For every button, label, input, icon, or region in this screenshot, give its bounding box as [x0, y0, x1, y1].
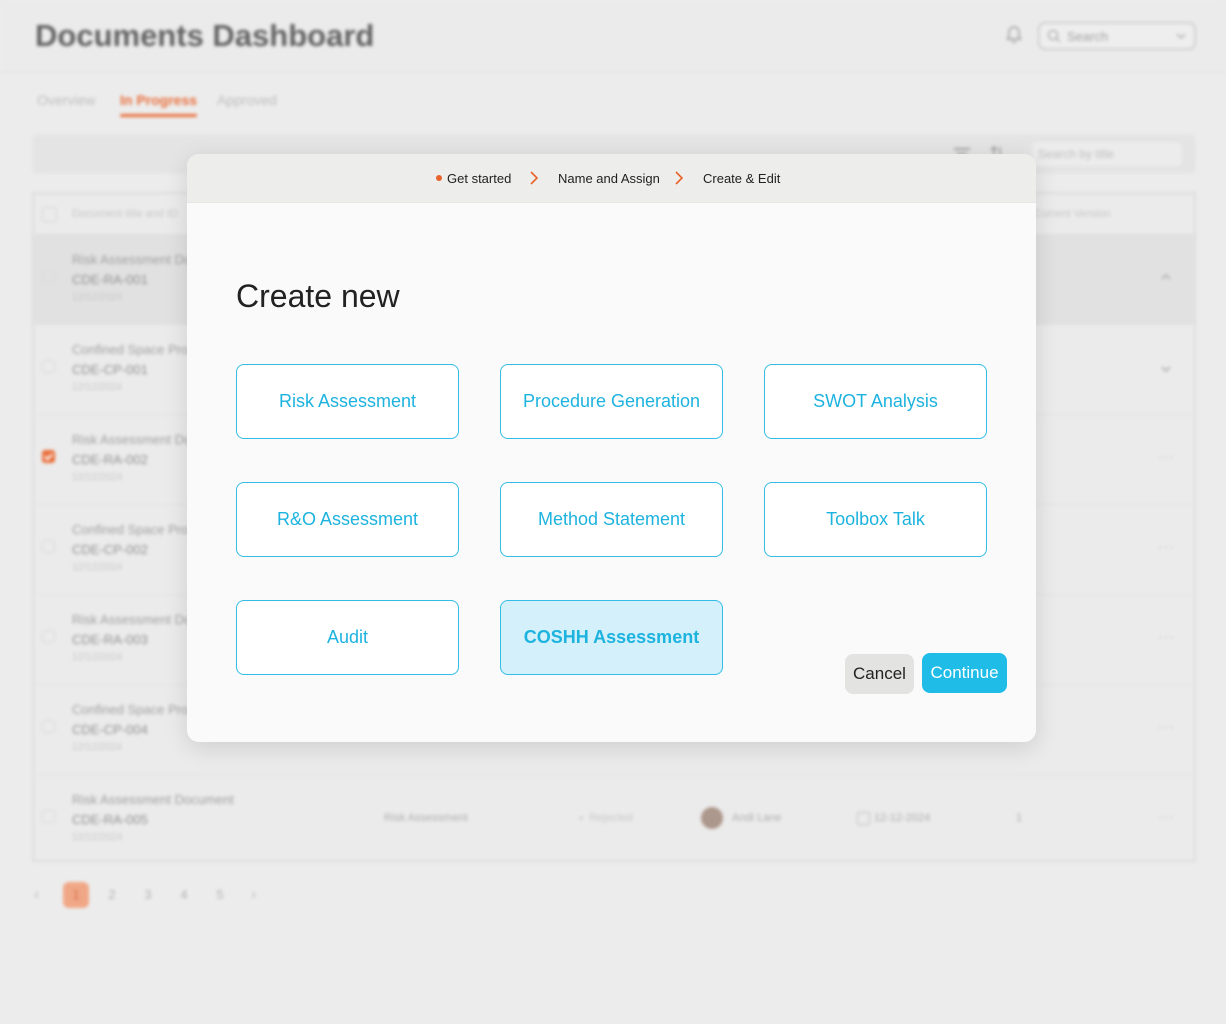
row-owner: Andi Lane	[732, 812, 782, 824]
row-id: CDE-RA-003	[72, 632, 148, 647]
row-checkbox[interactable]	[42, 630, 55, 643]
chevron-down-icon[interactable]	[1161, 364, 1171, 374]
more-icon[interactable]: ···	[1158, 448, 1175, 464]
column-header-title: Document title and ID	[72, 208, 178, 220]
row-date: 12/12/2024	[72, 472, 123, 483]
row-date: 12/12/2024	[72, 742, 123, 753]
option-audit[interactable]: Audit	[236, 600, 459, 675]
row-modified-date: 12-12-2024	[874, 812, 931, 824]
more-icon[interactable]: ···	[1158, 808, 1175, 824]
step-name-and-assign: Name and Assign	[558, 171, 660, 186]
calendar-icon	[857, 812, 870, 825]
option-ro-assessment[interactable]: R&O Assessment	[236, 482, 459, 557]
select-all-checkbox[interactable]	[42, 207, 57, 222]
row-checkbox[interactable]	[42, 360, 55, 373]
row-date: 12/12/2024	[72, 652, 123, 663]
row-id: CDE-CP-004	[72, 722, 148, 737]
row-id: CDE-RA-002	[72, 452, 148, 467]
table-row[interactable]: Risk Assessment Document CDE-RA-005 12/1…	[34, 774, 1194, 864]
search-placeholder: Search	[1067, 29, 1109, 44]
step-get-started: Get started	[447, 171, 512, 186]
page-button-2[interactable]: 2	[99, 882, 125, 908]
row-id: CDE-RA-001	[72, 272, 148, 287]
more-icon[interactable]: ···	[1158, 718, 1175, 734]
wizard-stepper: Get started Name and Assign Create & Edi…	[187, 154, 1036, 203]
row-checkbox[interactable]	[42, 810, 55, 823]
row-id: CDE-CP-002	[72, 542, 148, 557]
option-toolbox-talk[interactable]: Toolbox Talk	[764, 482, 987, 557]
continue-button[interactable]: Continue	[922, 653, 1007, 693]
column-header-version: Current Version	[1034, 208, 1111, 220]
option-risk-assessment[interactable]: Risk Assessment	[236, 364, 459, 439]
row-checkbox[interactable]	[42, 270, 55, 283]
page-button-4[interactable]: 4	[171, 882, 197, 908]
row-version: 1	[1016, 812, 1023, 824]
option-method-statement[interactable]: Method Statement	[500, 482, 723, 557]
chevron-down-icon	[1176, 33, 1186, 40]
dialog-title: Create new	[236, 278, 400, 314]
row-date: 12/12/2024	[72, 562, 123, 573]
cancel-button[interactable]: Cancel	[845, 654, 914, 694]
row-type: Risk Assessment	[384, 812, 468, 824]
tab-overview[interactable]: Overview	[37, 92, 95, 108]
row-id: CDE-CP-001	[72, 362, 148, 377]
step-create-and-edit: Create & Edit	[703, 171, 781, 186]
row-checkbox[interactable]	[42, 540, 55, 553]
option-procedure-generation[interactable]: Procedure Generation	[500, 364, 723, 439]
pagination-next-icon[interactable]: ›	[251, 886, 256, 904]
tab-approved[interactable]: Approved	[217, 92, 277, 108]
create-new-dialog: Get started Name and Assign Create & Edi…	[187, 154, 1036, 742]
row-checkbox[interactable]	[42, 720, 55, 733]
title-search-placeholder: Search by title	[1038, 147, 1115, 161]
chevron-right-icon	[675, 171, 684, 185]
status-badge: Rejected	[579, 812, 632, 824]
option-swot-analysis[interactable]: SWOT Analysis	[764, 364, 987, 439]
title-search-input[interactable]: Search by title	[1032, 142, 1182, 166]
row-date: 12/12/2024	[72, 292, 123, 303]
active-step-indicator	[436, 175, 442, 181]
page-button-3[interactable]: 3	[135, 882, 161, 908]
row-date: 12/12/2024	[72, 832, 123, 843]
row-checkbox[interactable]	[42, 450, 55, 463]
avatar	[701, 807, 723, 829]
chevron-up-icon[interactable]	[1161, 272, 1171, 282]
header-search-input[interactable]: Search	[1038, 22, 1196, 50]
app-header: Documents Dashboard Search	[0, 0, 1226, 73]
more-icon[interactable]: ···	[1158, 628, 1175, 644]
row-date: 12/12/2024	[72, 382, 123, 393]
pagination-prev-icon[interactable]: ‹	[34, 886, 39, 904]
page-button-5[interactable]: 5	[207, 882, 233, 908]
bell-icon[interactable]	[1006, 26, 1022, 44]
page-title: Documents Dashboard	[35, 18, 375, 53]
search-icon	[1047, 29, 1061, 43]
tab-in-progress[interactable]: In Progress	[120, 92, 198, 117]
row-id: CDE-RA-005	[72, 812, 148, 827]
more-icon[interactable]: ···	[1158, 538, 1175, 554]
option-coshh-assessment[interactable]: COSHH Assessment	[500, 600, 723, 675]
row-title: Risk Assessment Document	[72, 792, 234, 807]
chevron-right-icon	[530, 171, 539, 185]
page-button-1[interactable]: 1	[63, 882, 89, 908]
